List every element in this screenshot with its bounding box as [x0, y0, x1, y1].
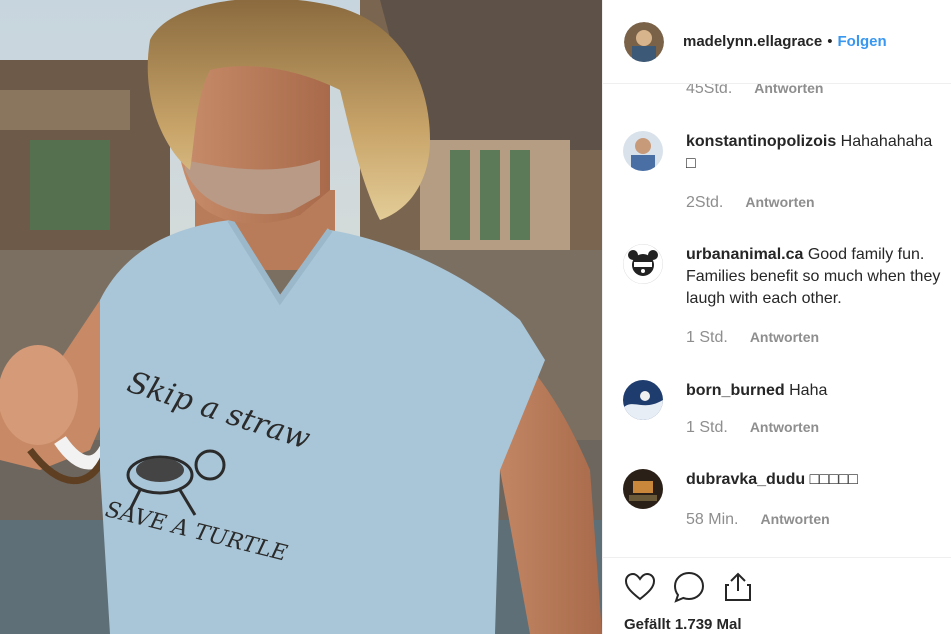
commenter-avatar[interactable]: [623, 244, 663, 284]
reply-link[interactable]: Antworten: [754, 84, 823, 96]
likes-count[interactable]: Gefällt 1.739 Mal: [624, 616, 742, 633]
comment-meta: 2Std. Antworten: [686, 194, 815, 212]
reply-link[interactable]: Antworten: [750, 419, 819, 435]
speech-bubble-icon[interactable]: [672, 570, 706, 604]
post-actions: Gefällt 1.739 Mal: [603, 557, 951, 634]
action-icons: [623, 570, 770, 604]
author-username[interactable]: madelynn.ellagrace: [683, 33, 822, 50]
header-separator: •: [827, 33, 833, 50]
comment-time: 2Std.: [686, 194, 724, 211]
post-photo-illustration: Skip a straw SAVE A TURTLE: [0, 0, 602, 634]
comments-list[interactable]: 45Std. Antworten konstantinopolizois Hah…: [603, 84, 951, 555]
commenter-username[interactable]: urbananimal.ca: [686, 246, 803, 263]
post-header: madelynn.ellagrace • Folgen: [603, 0, 951, 84]
comment-body: Hahahahaha: [840, 133, 933, 150]
comment-time: 45Std.: [686, 84, 733, 97]
commenter-username[interactable]: born_burned: [686, 382, 785, 399]
comment-body-line2: □: [686, 155, 696, 172]
comment-text: born_burned Haha: [686, 380, 948, 402]
comment-time: 1 Std.: [686, 329, 728, 346]
commenter-avatar[interactable]: [623, 469, 663, 509]
commenter-avatar[interactable]: [623, 380, 663, 420]
comment-meta: 1 Std. Antworten: [686, 419, 819, 437]
reply-link[interactable]: Antworten: [760, 511, 829, 527]
comment-body: □□□□□: [809, 471, 858, 488]
commenter-username[interactable]: konstantinopolizois: [686, 133, 836, 150]
comment-body: Haha: [789, 382, 828, 399]
comment-text: konstantinopolizois Hahahahaha □: [686, 131, 948, 175]
heart-icon[interactable]: [623, 570, 657, 604]
follow-button[interactable]: Folgen: [838, 33, 887, 50]
reply-link[interactable]: Antworten: [750, 329, 819, 345]
comment-meta-partial: 45Std. Antworten: [686, 84, 823, 98]
share-icon[interactable]: [721, 570, 755, 604]
post-photo[interactable]: Skip a straw SAVE A TURTLE: [0, 0, 602, 634]
comment-meta: 1 Std. Antworten: [686, 329, 819, 347]
comment-text: dubravka_dudu □□□□□: [686, 469, 948, 491]
comment-time: 58 Min.: [686, 511, 739, 528]
post-sidebar: madelynn.ellagrace • Folgen 45Std. Antwo…: [602, 0, 951, 634]
comment-time: 1 Std.: [686, 419, 728, 436]
commenter-avatar[interactable]: [623, 131, 663, 171]
comment-meta: 58 Min. Antworten: [686, 511, 830, 529]
comment-text: urbananimal.ca Good family fun. Families…: [686, 244, 948, 310]
author-avatar[interactable]: [624, 21, 664, 62]
commenter-username[interactable]: dubravka_dudu: [686, 471, 805, 488]
reply-link[interactable]: Antworten: [745, 194, 814, 210]
